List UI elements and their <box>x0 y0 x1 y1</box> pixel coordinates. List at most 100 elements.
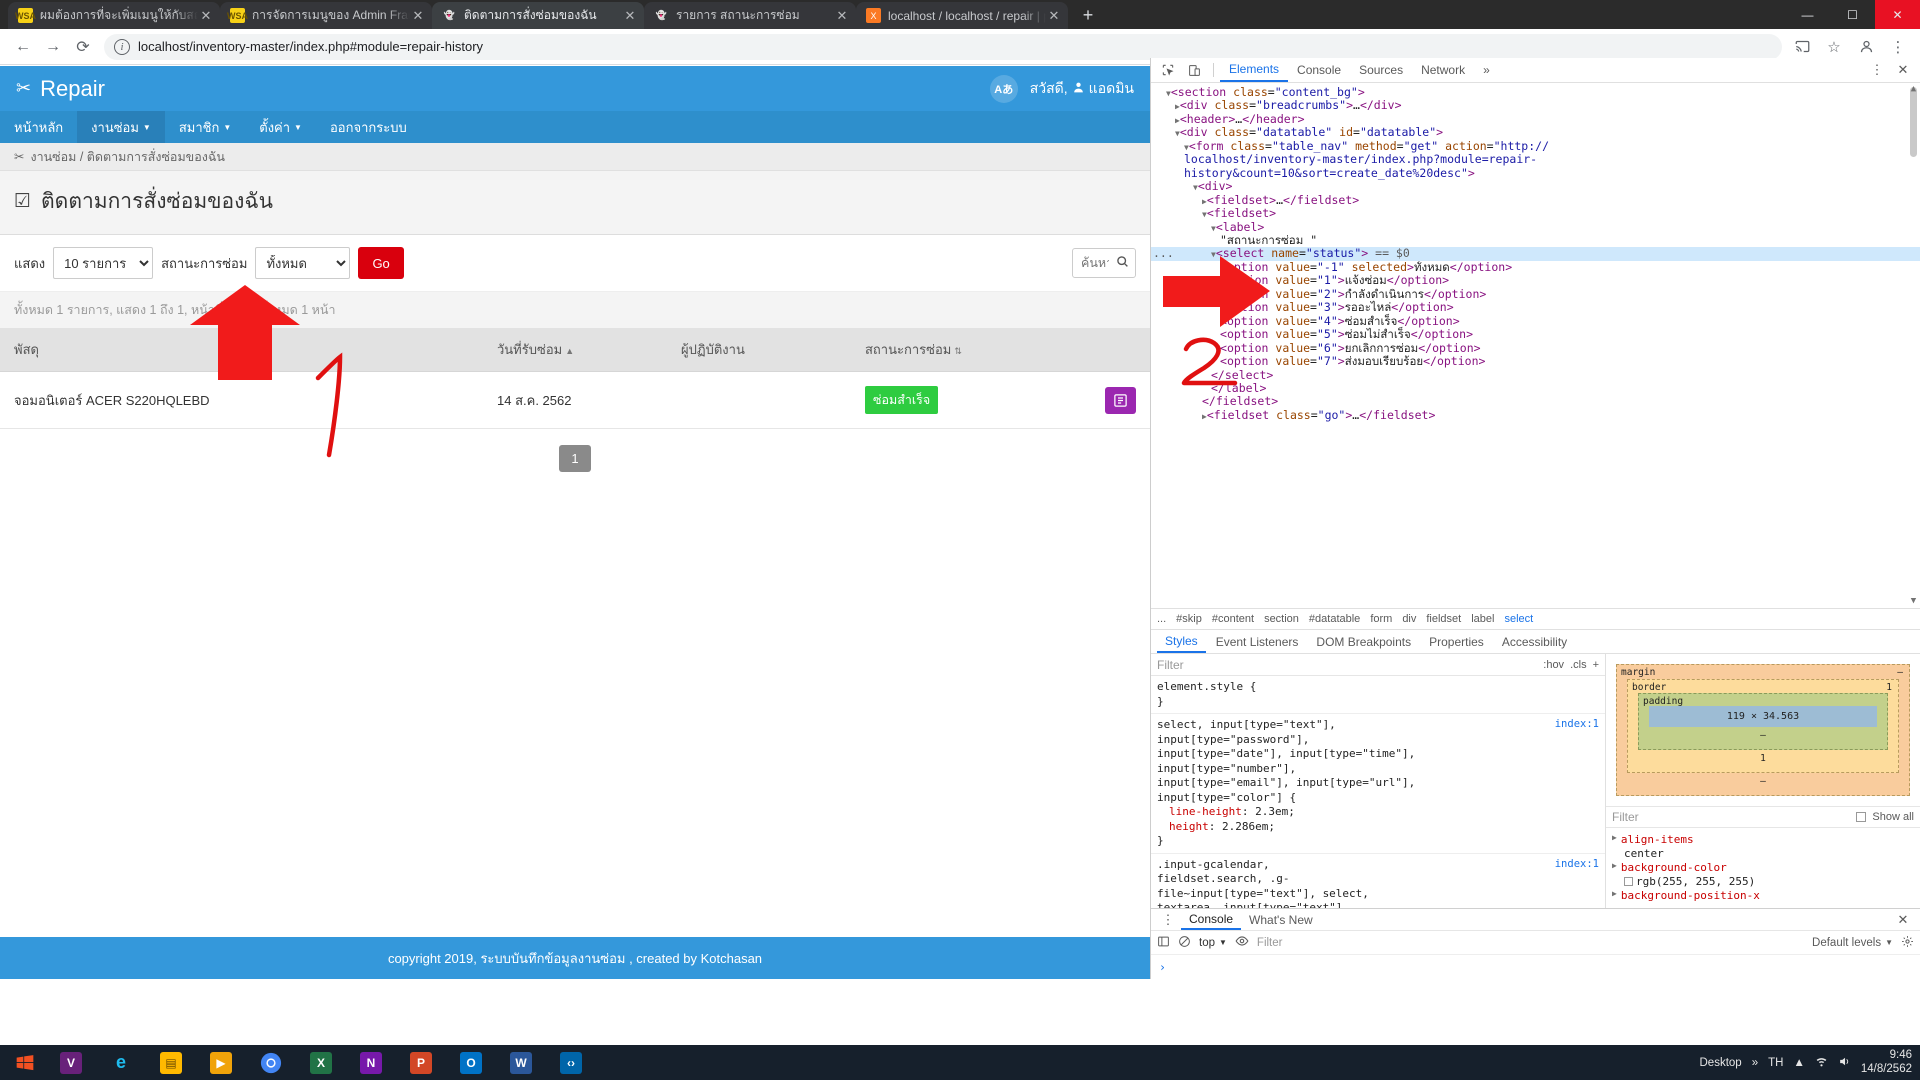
dom-line[interactable]: ▼<fieldset> <box>1157 206 1920 220</box>
breadcrumb-node[interactable]: fieldset <box>1426 613 1461 625</box>
column-status[interactable]: สถานะการซ่อม ⇅ <box>851 328 1035 372</box>
nav-item-logout[interactable]: ออกจากระบบ <box>316 111 421 143</box>
tab-more-icon[interactable]: » <box>1474 58 1499 82</box>
breadcrumb-node[interactable]: form <box>1370 613 1392 625</box>
css-rule[interactable]: index:1 .input-gcalendar, fieldset.search… <box>1151 854 1605 908</box>
dom-line[interactable]: ... ▼<select name="status"> == $0 <box>1151 246 1920 261</box>
console-settings-icon[interactable] <box>1901 935 1914 951</box>
powerpoint-icon[interactable]: P <box>396 1045 446 1080</box>
new-tab-button[interactable]: + <box>1074 1 1102 29</box>
tab-close-icon[interactable]: ✕ <box>834 8 850 24</box>
tab-close-icon[interactable]: ✕ <box>622 8 638 24</box>
nav-item-repair[interactable]: งานซ่อม ▼ <box>77 111 165 143</box>
drawer-tab-console[interactable]: Console <box>1181 909 1242 930</box>
dom-line[interactable]: </label> <box>1157 381 1920 395</box>
dom-line[interactable]: <option value="6">ยกเลิกการซ่อม</option> <box>1157 341 1920 355</box>
vscode-icon[interactable]: ‹› <box>546 1045 596 1080</box>
internet-explorer-icon[interactable]: e <box>96 1045 146 1080</box>
breadcrumb-node[interactable]: select <box>1504 613 1533 625</box>
breadcrumb-node[interactable]: #content <box>1212 613 1254 625</box>
tab-accessibility[interactable]: Accessibility <box>1494 630 1575 653</box>
file-explorer-icon[interactable]: ▤ <box>146 1045 196 1080</box>
computed-property[interactable]: ▶ background-color rgb(255, 255, 255) <box>1612 860 1914 888</box>
console-sidebar-icon[interactable] <box>1157 935 1170 951</box>
address-bar[interactable]: i localhost/inventory-master/index.php#m… <box>104 33 1782 60</box>
language-indicator[interactable]: TH <box>1768 1057 1783 1069</box>
dom-breadcrumb[interactable]: ... #skip #content section #datatable form div… <box>1151 608 1920 629</box>
dom-line[interactable]: history&count=10&sort=create_date%20desc… <box>1157 166 1920 180</box>
tab-dom-breakpoints[interactable]: DOM Breakpoints <box>1308 630 1419 653</box>
dom-line[interactable]: </fieldset> <box>1157 395 1920 408</box>
tab-close-icon[interactable]: ✕ <box>198 8 214 24</box>
browser-tab[interactable]: X localhost / localhost / repair | php ✕ <box>856 2 1068 29</box>
forward-icon[interactable]: → <box>38 32 68 62</box>
tab-sources[interactable]: Sources <box>1350 58 1412 82</box>
clock[interactable]: 9:46 14/8/2562 <box>1861 1049 1912 1075</box>
table-row[interactable]: จอมอนิเตอร์ ACER S220HQLEBD 14 ส.ค. 2562… <box>0 371 1150 429</box>
app-brand[interactable]: ✂ Repair <box>16 76 105 102</box>
page-button-1[interactable]: 1 <box>559 445 591 472</box>
browser-tab[interactable]: WSA การจัดการเมนูของ Admin Framewo ✕ <box>220 2 432 29</box>
column-date[interactable]: วันที่รับซ่อม ▲ <box>483 328 667 372</box>
browser-menu-icon[interactable]: ⋮ <box>1884 33 1912 61</box>
device-toolbar-icon[interactable] <box>1181 58 1207 82</box>
go-button[interactable]: Go <box>358 247 404 279</box>
chrome-icon[interactable] <box>246 1045 296 1080</box>
tab-elements[interactable]: Elements <box>1220 58 1289 82</box>
search-icon[interactable] <box>1116 255 1129 271</box>
dom-line[interactable]: localhost/inventory-master/index.php?mod… <box>1157 153 1920 166</box>
dom-line[interactable]: <option value="7">ส่งมอบเรียบร้อย</optio… <box>1157 354 1920 368</box>
dom-line[interactable]: ▼<form class="table_nav" method="get" ac… <box>1157 139 1920 153</box>
outlook-icon[interactable]: O <box>446 1045 496 1080</box>
dom-line[interactable]: <option value="1">แจ้งซ่อม</option> <box>1157 273 1920 287</box>
css-declaration[interactable]: line-height: 2.3em; <box>1157 805 1599 820</box>
computed-property[interactable]: ▶ align-items center <box>1612 832 1914 860</box>
dom-expand-marker[interactable]: ... <box>1153 246 1174 260</box>
drawer-close-icon[interactable]: ✕ <box>1890 908 1916 932</box>
dom-line[interactable]: ▶<div class="breadcrumbs">…</div> <box>1157 98 1920 112</box>
css-rule[interactable]: element.style {} <box>1151 676 1605 715</box>
drawer-kebab-icon[interactable]: ⋮ <box>1155 908 1181 932</box>
chevron-up-icon[interactable]: ▲ <box>1793 1057 1804 1069</box>
tab-close-icon[interactable]: ✕ <box>410 8 426 24</box>
breadcrumb-node[interactable]: section <box>1264 613 1299 625</box>
tab-close-icon[interactable]: ✕ <box>1046 8 1062 24</box>
word-icon[interactable]: W <box>496 1045 546 1080</box>
css-rules-list[interactable]: element.style {} index:1 select, input[typ… <box>1151 676 1605 908</box>
column-operator[interactable]: ผู้ปฏิบัติงาน <box>667 328 851 372</box>
breadcrumb-node[interactable]: #datatable <box>1309 613 1360 625</box>
dom-scroll-arrows[interactable]: ▲ ▼ <box>1908 83 1919 608</box>
detail-icon[interactable] <box>1105 386 1136 414</box>
breadcrumb-node[interactable]: label <box>1471 613 1494 625</box>
dom-line[interactable]: <option value="2">กำลังดำเนินการ</option… <box>1157 287 1920 301</box>
reload-icon[interactable]: ⟳ <box>68 32 98 62</box>
nav-item-settings[interactable]: ตั้งค่า ▼ <box>245 111 316 143</box>
console-levels-select[interactable]: Default levels ▼ <box>1812 937 1893 949</box>
breadcrumb-node[interactable]: #skip <box>1176 613 1202 625</box>
computed-properties-list[interactable]: ▶ align-items center ▶ background-color rgb(2… <box>1606 828 1920 907</box>
dom-line[interactable]: ▶<fieldset>…</fieldset> <box>1157 193 1920 207</box>
hov-toggle[interactable]: :hov <box>1543 659 1564 671</box>
maximize-button[interactable]: ☐ <box>1830 0 1875 29</box>
tab-event-listeners[interactable]: Event Listeners <box>1208 630 1307 653</box>
media-player-icon[interactable]: ▶ <box>196 1045 246 1080</box>
profile-icon[interactable] <box>1852 33 1880 61</box>
devtools-close-icon[interactable]: ✕ <box>1890 58 1916 82</box>
tab-properties[interactable]: Properties <box>1421 630 1492 653</box>
nav-item-members[interactable]: สมาชิก ▼ <box>165 111 245 143</box>
css-source-link[interactable]: index:1 <box>1555 718 1599 732</box>
browser-tab[interactable]: WSA ผมต้องการที่จะเพิ่มเมนูให้กับสถานะ ✕ <box>8 2 220 29</box>
windows-start[interactable] <box>4 1045 46 1080</box>
inspect-icon[interactable] <box>1155 58 1181 82</box>
css-declaration[interactable]: height: 2.286em; <box>1157 820 1599 835</box>
console-filter-input[interactable]: Filter <box>1257 937 1283 949</box>
dom-tree[interactable]: ▲ ▼ ▼<section class="content_bg"> ▶<div c… <box>1151 83 1920 608</box>
styles-filter-input[interactable]: Filter <box>1157 658 1184 672</box>
dom-line[interactable]: ▼<label> <box>1157 220 1920 234</box>
column-asset[interactable]: พัสดุ <box>0 328 483 372</box>
tray-chevron-icon[interactable]: » <box>1752 1057 1758 1069</box>
browser-tab[interactable]: 👻 รายการ สถานะการซ่อม ✕ <box>644 2 856 29</box>
browser-tab-active[interactable]: 👻 ติดตามการสั่งซ่อมของฉัน ✕ <box>432 2 644 29</box>
volume-icon[interactable] <box>1838 1055 1851 1071</box>
back-icon[interactable]: ← <box>8 32 38 62</box>
